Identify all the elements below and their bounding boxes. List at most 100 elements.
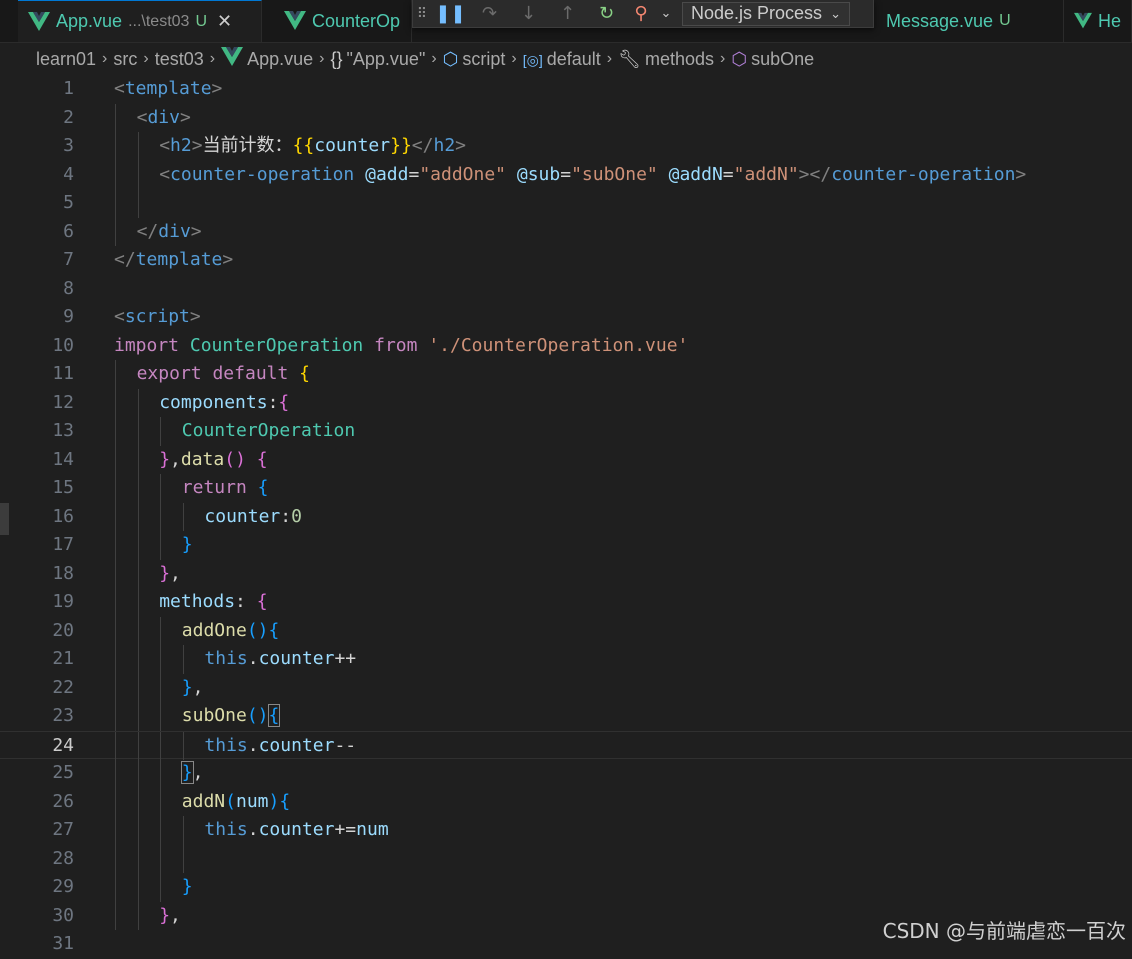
tab-counter-operation[interactable]: CounterOp <box>274 0 412 42</box>
code-token: script <box>124 306 190 327</box>
code-line[interactable]: 13 CounterOperation <box>0 417 1132 446</box>
tab-he[interactable]: He <box>1064 0 1132 42</box>
code-line[interactable]: 16 counter:0 <box>0 502 1132 532</box>
indent-guide <box>160 759 162 788</box>
pause-icon[interactable]: ❚❚ <box>431 1 470 27</box>
code-line[interactable]: 2 <div> <box>0 103 1132 133</box>
indent-guide <box>115 217 116 246</box>
code-text: this.counter-- <box>204 732 356 761</box>
tab-app-vue[interactable]: App.vue ...\test03 U ✕ <box>18 0 262 42</box>
code-line[interactable]: 17} <box>0 531 1132 560</box>
code-line[interactable]: 25}, <box>0 759 1132 788</box>
module-icon: [◎] <box>522 51 543 68</box>
vue-icon <box>221 46 244 72</box>
tab-message-vue[interactable]: Message.vue U <box>874 0 1064 42</box>
chevron-right-icon: › <box>143 50 149 67</box>
breadcrumb-item[interactable]: learn01 <box>36 49 96 70</box>
code-line[interactable]: 3 <h2>当前计数：{{counter}}</h2> <box>0 132 1132 161</box>
code-line[interactable]: 11 export default { <box>0 360 1132 389</box>
breadcrumb-item[interactable]: {} "App.vue" <box>330 49 425 70</box>
restart-icon[interactable]: ↻ <box>587 1 626 27</box>
code-token: @addN <box>668 163 723 185</box>
code-text: subOne(){ <box>182 702 281 731</box>
code-line[interactable]: 21 this.counter++ <box>0 645 1132 674</box>
step-over-icon[interactable]: ↷ <box>470 1 509 27</box>
code-line[interactable]: 6 </div> <box>0 217 1132 246</box>
code-token: </ <box>411 135 434 156</box>
indent-guide <box>115 360 116 389</box>
code-line[interactable]: 12 components:{ <box>0 388 1132 417</box>
chevron-right-icon: › <box>606 50 613 67</box>
code-line[interactable]: 14},data() { <box>0 445 1132 474</box>
code-line[interactable]: 1 <template> <box>0 75 1132 104</box>
code-token: : <box>280 505 292 527</box>
code-line[interactable]: 23 subOne(){ <box>0 702 1132 731</box>
indent-guide <box>137 160 139 189</box>
code-token: = <box>408 163 420 185</box>
code-token: { <box>278 391 290 413</box>
indent-guide <box>160 673 162 702</box>
step-into-icon[interactable]: ↓ <box>509 1 548 27</box>
breadcrumb-item[interactable]: ⬡ subOne <box>731 49 814 70</box>
breadcrumb-item[interactable]: 🔧︎ methods <box>618 49 714 70</box>
code-line[interactable]: 26 addN(num){ <box>0 787 1132 816</box>
code-line[interactable]: 28 <box>0 844 1132 873</box>
code-line[interactable]: 27 this.counter+=num <box>0 816 1132 845</box>
code-line[interactable]: 29} <box>0 873 1132 902</box>
indent-guide <box>115 160 116 189</box>
code-line[interactable]: 19 methods: { <box>0 588 1132 617</box>
code-line[interactable]: 5 <box>0 189 1132 218</box>
code-token: ></ <box>798 163 832 185</box>
indent-guide <box>160 702 162 731</box>
breadcrumb-item[interactable]: ⬡ script <box>443 49 506 70</box>
code-text: <counter-operation @add="addOne" @sub="s… <box>159 161 1026 190</box>
step-out-icon[interactable]: ↑ <box>548 1 587 27</box>
code-line[interactable]: 20 addOne(){ <box>0 616 1132 645</box>
indent-guide <box>160 417 162 446</box>
breadcrumb-item[interactable]: test03 <box>155 49 204 70</box>
indent-guide <box>160 616 162 645</box>
drag-handle-icon[interactable]: ⠿ <box>413 1 431 27</box>
code-token: ( <box>225 790 236 812</box>
breadcrumb-item[interactable]: App.vue <box>221 46 313 72</box>
code-token: counter-operation <box>831 163 1016 185</box>
code-line[interactable]: 8 <box>0 275 1132 304</box>
chevron-down-icon[interactable]: ⌄ <box>656 1 676 27</box>
code-text: <div> <box>137 104 191 133</box>
code-token: , <box>192 762 204 783</box>
code-token: methods <box>159 591 236 612</box>
line-number: 2 <box>63 106 74 128</box>
code-line[interactable]: 24 this.counter-- <box>0 730 1132 761</box>
code-line[interactable]: 7 </template> <box>0 246 1132 275</box>
indent-guide <box>137 588 139 617</box>
close-icon[interactable]: ✕ <box>217 11 232 32</box>
breadcrumb-item[interactable]: src <box>113 49 137 70</box>
code-text: }, <box>180 759 204 788</box>
code-line[interactable]: 18}, <box>0 559 1132 588</box>
code-line[interactable]: 4 <counter-operation @add="addOne" @sub="… <box>0 160 1132 190</box>
code-line[interactable]: 15 return { <box>0 474 1132 503</box>
code-token: components <box>159 391 268 413</box>
code-text: counter:0 <box>204 503 302 532</box>
breadcrumb-label: src <box>113 48 138 69</box>
line-number: 5 <box>63 192 74 213</box>
code-line[interactable]: 9 <script> <box>0 303 1132 332</box>
code-token: = <box>722 163 734 185</box>
breadcrumb-label: test03 <box>154 48 204 69</box>
code-editor[interactable]: 1 <template> 2 <div> 3 <h2>当前计数：{{counter}}</… <box>0 75 1132 954</box>
code-token: < <box>114 78 125 99</box>
code-token: counter <box>314 135 391 156</box>
line-number: 23 <box>52 705 74 726</box>
code-token: (){ <box>246 619 280 641</box>
code-token: += <box>334 819 357 840</box>
code-line[interactable]: 22}, <box>0 673 1132 702</box>
disconnect-icon[interactable]: ⚲ <box>626 1 656 27</box>
breadcrumb-item[interactable]: [◎] default <box>523 49 601 70</box>
code-token: () <box>246 705 269 726</box>
method-icon: ⬡ <box>731 48 748 69</box>
debug-process-select[interactable]: Node.js Process ⌄ <box>682 1 850 26</box>
breadcrumb-label: default <box>546 48 601 69</box>
code-line[interactable]: 10 import CounterOperation from './Counte… <box>0 332 1132 361</box>
